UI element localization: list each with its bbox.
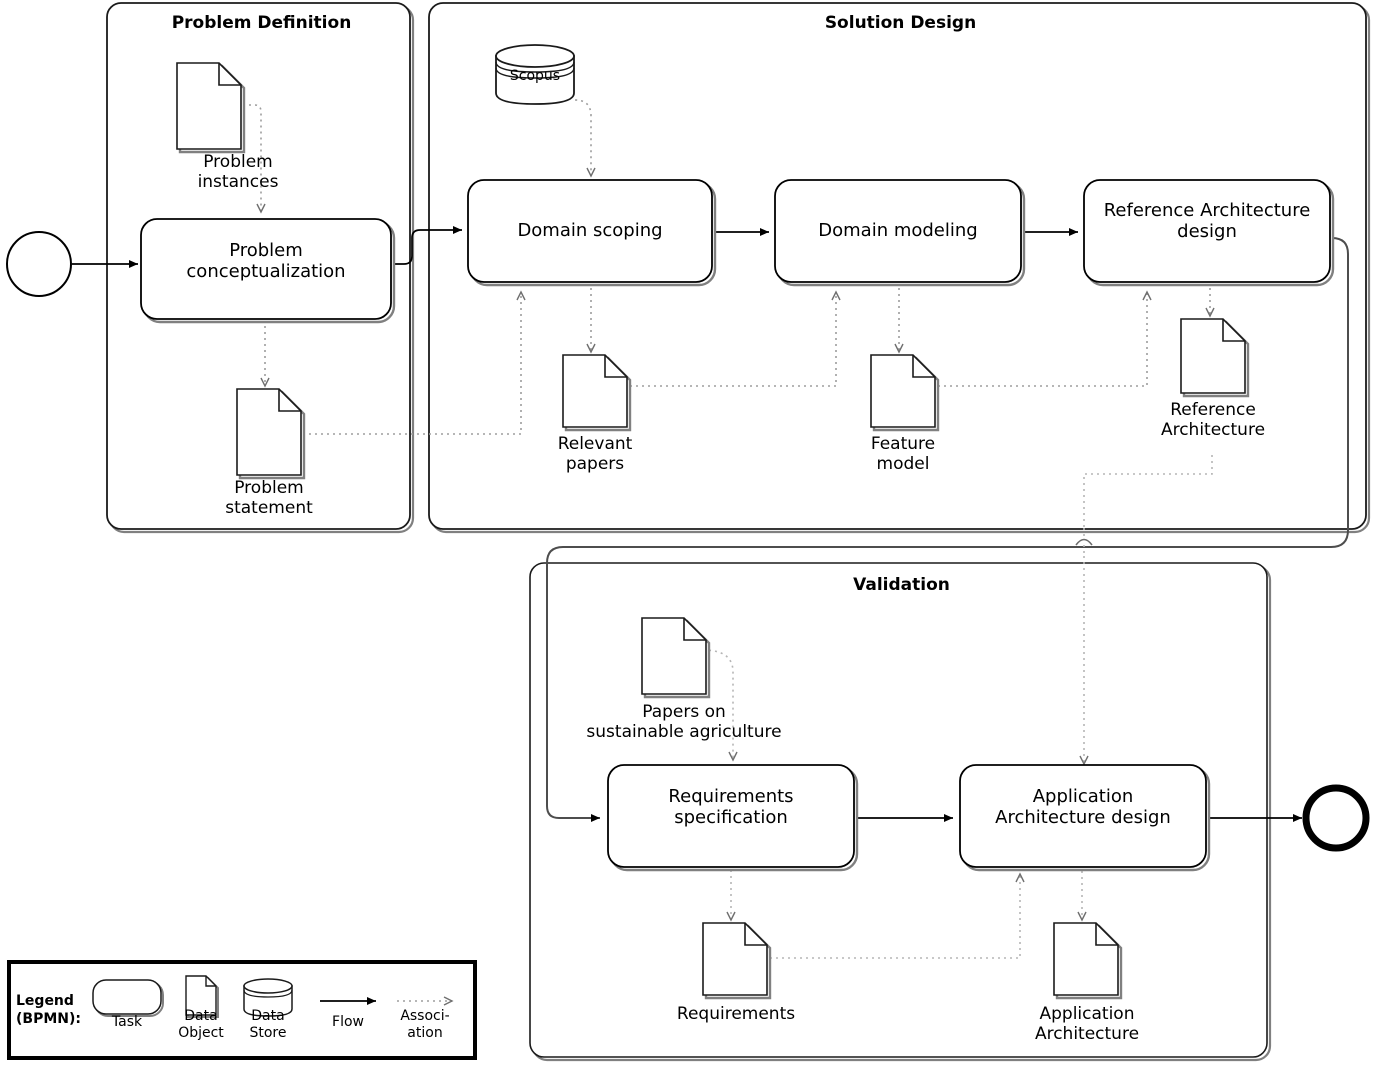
diagram-vector-layer — [6, 2, 1371, 1062]
task-reference-architecture-design[interactable] — [1083, 179, 1335, 287]
task-problem-conceptualization[interactable] — [140, 218, 396, 324]
task-domain-modeling[interactable] — [774, 179, 1026, 287]
data-object-problem-instances[interactable] — [176, 62, 246, 154]
task-domain-scoping[interactable] — [467, 179, 717, 287]
task-requirements-specification[interactable] — [607, 764, 859, 872]
event-start[interactable] — [6, 231, 72, 297]
task-application-architecture-design[interactable] — [959, 764, 1211, 872]
event-end[interactable] — [1302, 784, 1370, 852]
data-object-problem-statement[interactable] — [236, 388, 306, 480]
legend-box — [7, 960, 477, 1060]
data-store-scopus[interactable] — [495, 44, 575, 105]
legend-data-store-icon — [243, 978, 293, 1017]
assoc-line-jump-arc — [1075, 538, 1093, 546]
bpmn-diagram-canvas: Problem Definition Solution Design Valid… — [0, 0, 1374, 1066]
legend-data-object-icon — [185, 975, 219, 1018]
